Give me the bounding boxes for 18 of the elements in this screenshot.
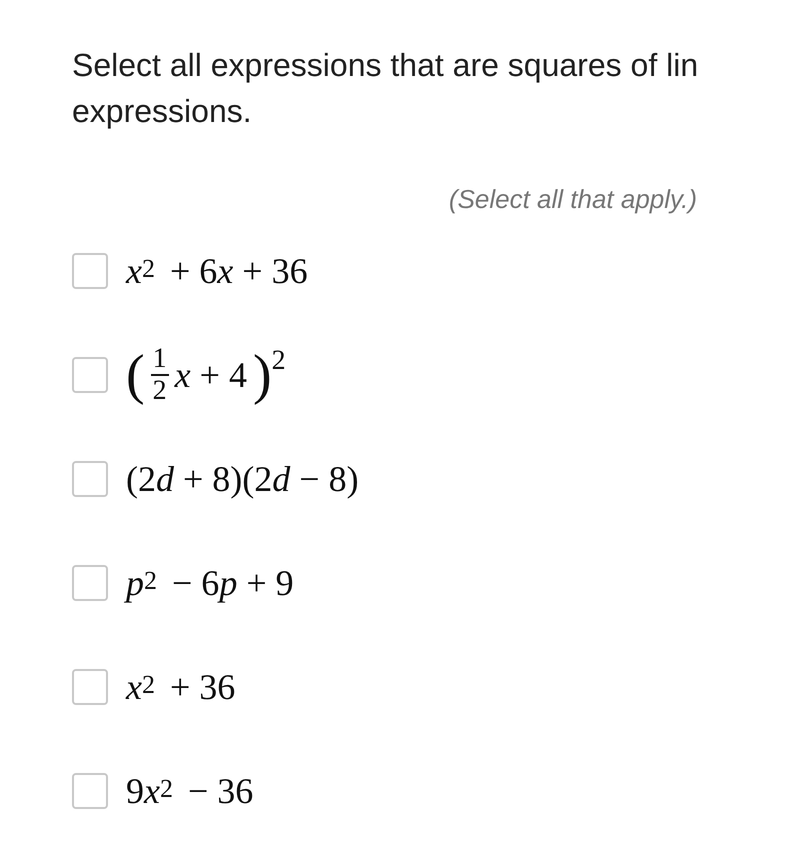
exponent: 2 — [272, 344, 286, 378]
question-text: Select all expressions that are squares of lin expressions. — [72, 46, 698, 131]
checkbox[interactable] — [72, 357, 108, 393]
math-expression: 9x$^{2}$ − 36 — [126, 770, 254, 813]
right-parenthesis: ) — [252, 347, 272, 403]
checkbox[interactable] — [72, 773, 108, 809]
math-expression: (2d + 8)(2d − 8) — [126, 458, 359, 501]
checkbox[interactable] — [72, 461, 108, 497]
checkbox[interactable] — [72, 669, 108, 705]
checkbox[interactable] — [72, 253, 108, 289]
math-expression: p$^{2}$ − 6p + 9 — [126, 562, 294, 605]
math-expression: x + 4 — [174, 354, 247, 397]
fraction: 1 2 — [150, 344, 169, 406]
instruction-text: (Select all that apply.) — [448, 183, 697, 216]
left-parenthesis: ( — [126, 347, 145, 403]
math-expression: x$^{2}$ + 36 — [126, 666, 236, 709]
checkbox[interactable] — [72, 565, 108, 601]
math-expression: x$^{2}$ + 6x + 36 — [126, 250, 308, 293]
